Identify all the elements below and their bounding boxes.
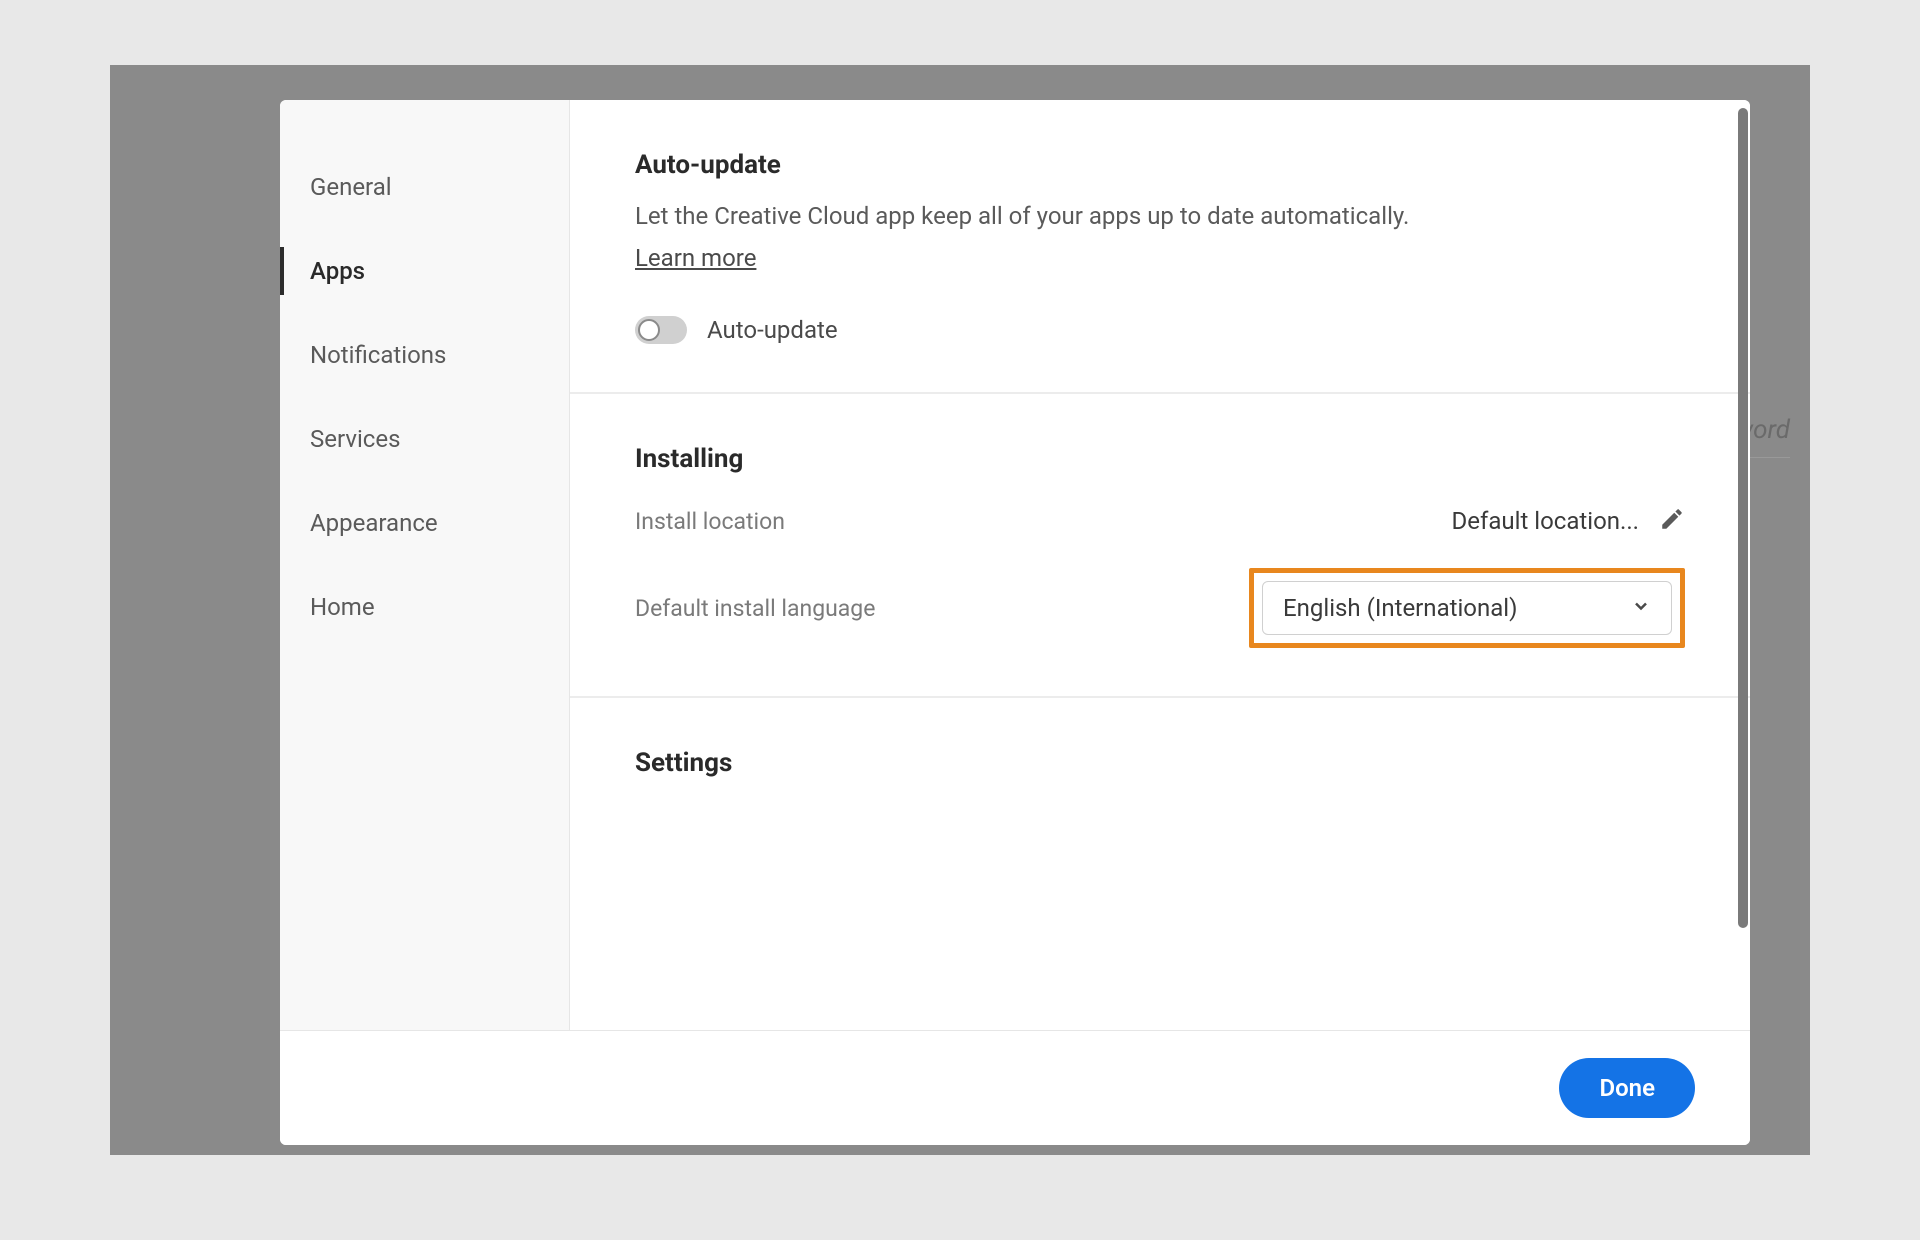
main-content[interactable]: Auto-update Let the Creative Cloud app k… [570,100,1750,1030]
sidebar-item-label: General [310,173,392,201]
sidebar-item-appearance[interactable]: Appearance [280,481,569,565]
dialog-footer: Done [280,1030,1750,1145]
language-dropdown-highlight: English (International) [1249,568,1685,648]
preferences-dialog: General Apps Notifications Services Appe… [280,100,1750,1145]
install-language-row: Default install language English (Intern… [635,568,1685,648]
install-location-row: Install location Default location... [635,506,1685,536]
sidebar-item-general[interactable]: General [280,145,569,229]
sidebar-item-home[interactable]: Home [280,565,569,649]
toggle-label: Auto-update [707,316,838,344]
auto-update-toggle[interactable] [635,316,687,344]
section-title: Settings [635,748,1685,778]
sidebar-item-label: Notifications [310,341,446,369]
sidebar-item-apps[interactable]: Apps [280,229,569,313]
sidebar-item-notifications[interactable]: Notifications [280,313,569,397]
scrollbar[interactable] [1738,108,1748,928]
toggle-knob [638,319,660,341]
done-button[interactable]: Done [1559,1058,1695,1118]
sidebar: General Apps Notifications Services Appe… [280,100,570,1030]
sidebar-item-label: Apps [310,257,365,285]
settings-section: Settings [570,698,1750,876]
section-description: Let the Creative Cloud app keep all of y… [635,198,1685,276]
sidebar-item-services[interactable]: Services [280,397,569,481]
dropdown-selected-value: English (International) [1283,594,1518,622]
install-location-value-group: Default location... [1452,506,1686,536]
install-location-value: Default location... [1452,507,1640,535]
install-language-label: Default install language [635,595,875,622]
sidebar-item-label: Services [310,425,400,453]
sidebar-item-label: Appearance [310,509,438,537]
auto-update-section: Auto-update Let the Creative Cloud app k… [570,100,1750,394]
section-title: Auto-update [635,150,1685,180]
install-location-label: Install location [635,508,785,535]
auto-update-toggle-row: Auto-update [635,316,1685,344]
chevron-down-icon [1631,596,1651,620]
dialog-body: General Apps Notifications Services Appe… [280,100,1750,1030]
pencil-icon[interactable] [1659,506,1685,536]
learn-more-link[interactable]: Learn more [635,240,756,276]
app-background-layer: word General Apps Notifications Services… [110,65,1810,1155]
sidebar-item-label: Home [310,593,375,621]
installing-section: Installing Install location Default loca… [570,394,1750,698]
section-title: Installing [635,444,1685,474]
language-dropdown[interactable]: English (International) [1262,581,1672,635]
